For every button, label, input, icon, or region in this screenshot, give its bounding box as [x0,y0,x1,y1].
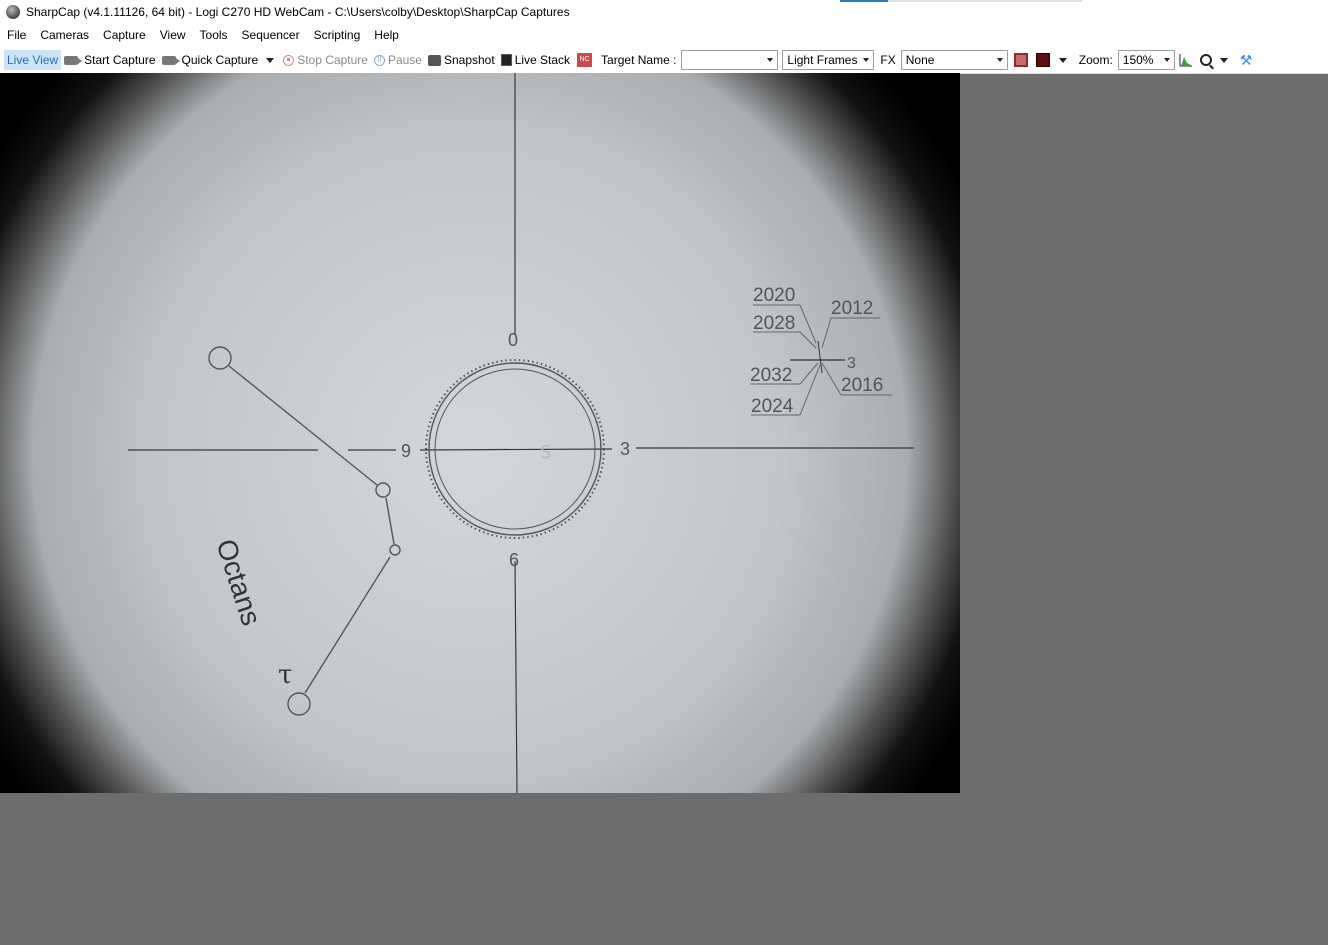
chevron-down-icon[interactable] [1160,51,1174,69]
quick-capture-label: Quick Capture [181,53,259,67]
stop-capture-button[interactable]: Stop Capture [280,50,371,70]
zoom-label: Zoom: [1078,53,1113,67]
fx-value: None [905,53,935,67]
title-accent-bar-light [888,0,1082,2]
notification-icon[interactable]: NC [577,53,593,67]
fx-combo[interactable]: None [900,50,1008,70]
frame-type-value: Light Frames [787,53,858,67]
menu-view[interactable]: View [153,28,193,42]
camera-icon [427,54,441,66]
menu-help[interactable]: Help [367,28,406,42]
sensor-image-background [0,73,960,793]
overlay-dropdown-icon[interactable] [1058,57,1067,63]
quick-capture-camera-icon [161,55,180,65]
fx-label: FX [880,53,896,67]
video-camera-icon [64,55,83,65]
target-name-label: Target Name : [601,53,677,67]
live-stack-label: Live Stack [514,53,571,67]
menu-tools[interactable]: Tools [193,28,235,42]
sharpcap-app-icon [6,4,20,19]
dial-label-3: 3 [620,439,630,459]
title-accent-bar [840,0,888,2]
year-2024: 2024 [751,396,794,417]
zoom-value: 150% [1122,53,1154,67]
toolbar: Live View Start Capture Quick Capture St… [0,47,1328,74]
year-2020: 2020 [753,285,795,306]
pause-button[interactable]: || Pause [371,50,425,70]
year-2032: 2032 [750,365,792,386]
dial-label-6: 6 [509,550,519,570]
chevron-down-icon[interactable] [859,51,873,69]
year-2012: 2012 [831,298,873,319]
stop-capture-label: Stop Capture [297,53,368,67]
snapshot-label: Snapshot [443,53,495,67]
zoom-combo[interactable]: 150% [1117,50,1175,70]
year-2028: 2028 [753,313,795,334]
dial-label-0: 0 [508,330,518,350]
chevron-down-icon[interactable] [763,51,777,69]
magnifier-dropdown-icon[interactable] [1219,57,1228,63]
window-title: SharpCap (v4.1.11126, 64 bit) - Logi C27… [26,4,570,19]
dial-label-9: 9 [401,441,411,461]
live-stack-button[interactable]: Live Stack [498,50,573,70]
camera-view[interactable]: S 0 9 3 6 Octans τ 2020 2028 2032 2024 2… [0,73,960,793]
menu-scripting[interactable]: Scripting [307,28,368,42]
pause-icon: || [373,54,385,66]
year-2016: 2016 [841,375,883,396]
live-view-button[interactable]: Live View [4,50,62,70]
quick-capture-button[interactable]: Quick Capture [159,50,262,70]
quick-capture-dropdown-icon[interactable] [266,57,275,63]
menu-capture[interactable]: Capture [96,28,153,42]
menu-cameras[interactable]: Cameras [33,28,96,42]
frame-type-combo[interactable]: Light Frames [782,50,875,70]
tool-plugin-icon[interactable]: ⚒ [1240,53,1254,67]
pause-label: Pause [387,53,422,67]
year-marker-3: 3 [847,355,856,372]
dial-faint-mark: S [540,442,551,463]
star-label-tau: τ [278,660,292,690]
reticle-button-icon[interactable] [1013,53,1028,67]
snapshot-button[interactable]: Snapshot [425,50,498,70]
start-capture-button[interactable]: Start Capture [61,50,158,70]
stop-icon [283,54,295,66]
stack-icon [500,54,512,66]
histogram-icon[interactable] [1179,53,1193,67]
menu-sequencer[interactable]: Sequencer [235,28,307,42]
menu-file[interactable]: File [0,28,33,42]
title-bar: SharpCap (v4.1.11126, 64 bit) - Logi C27… [0,0,1328,23]
target-name-combo[interactable] [681,50,779,70]
overlay-button-icon[interactable] [1035,53,1050,67]
start-capture-label: Start Capture [84,53,156,67]
menu-bar: File Cameras Capture View Tools Sequence… [0,23,1328,47]
chevron-down-icon[interactable] [993,51,1007,69]
magnifier-icon[interactable] [1199,54,1212,66]
